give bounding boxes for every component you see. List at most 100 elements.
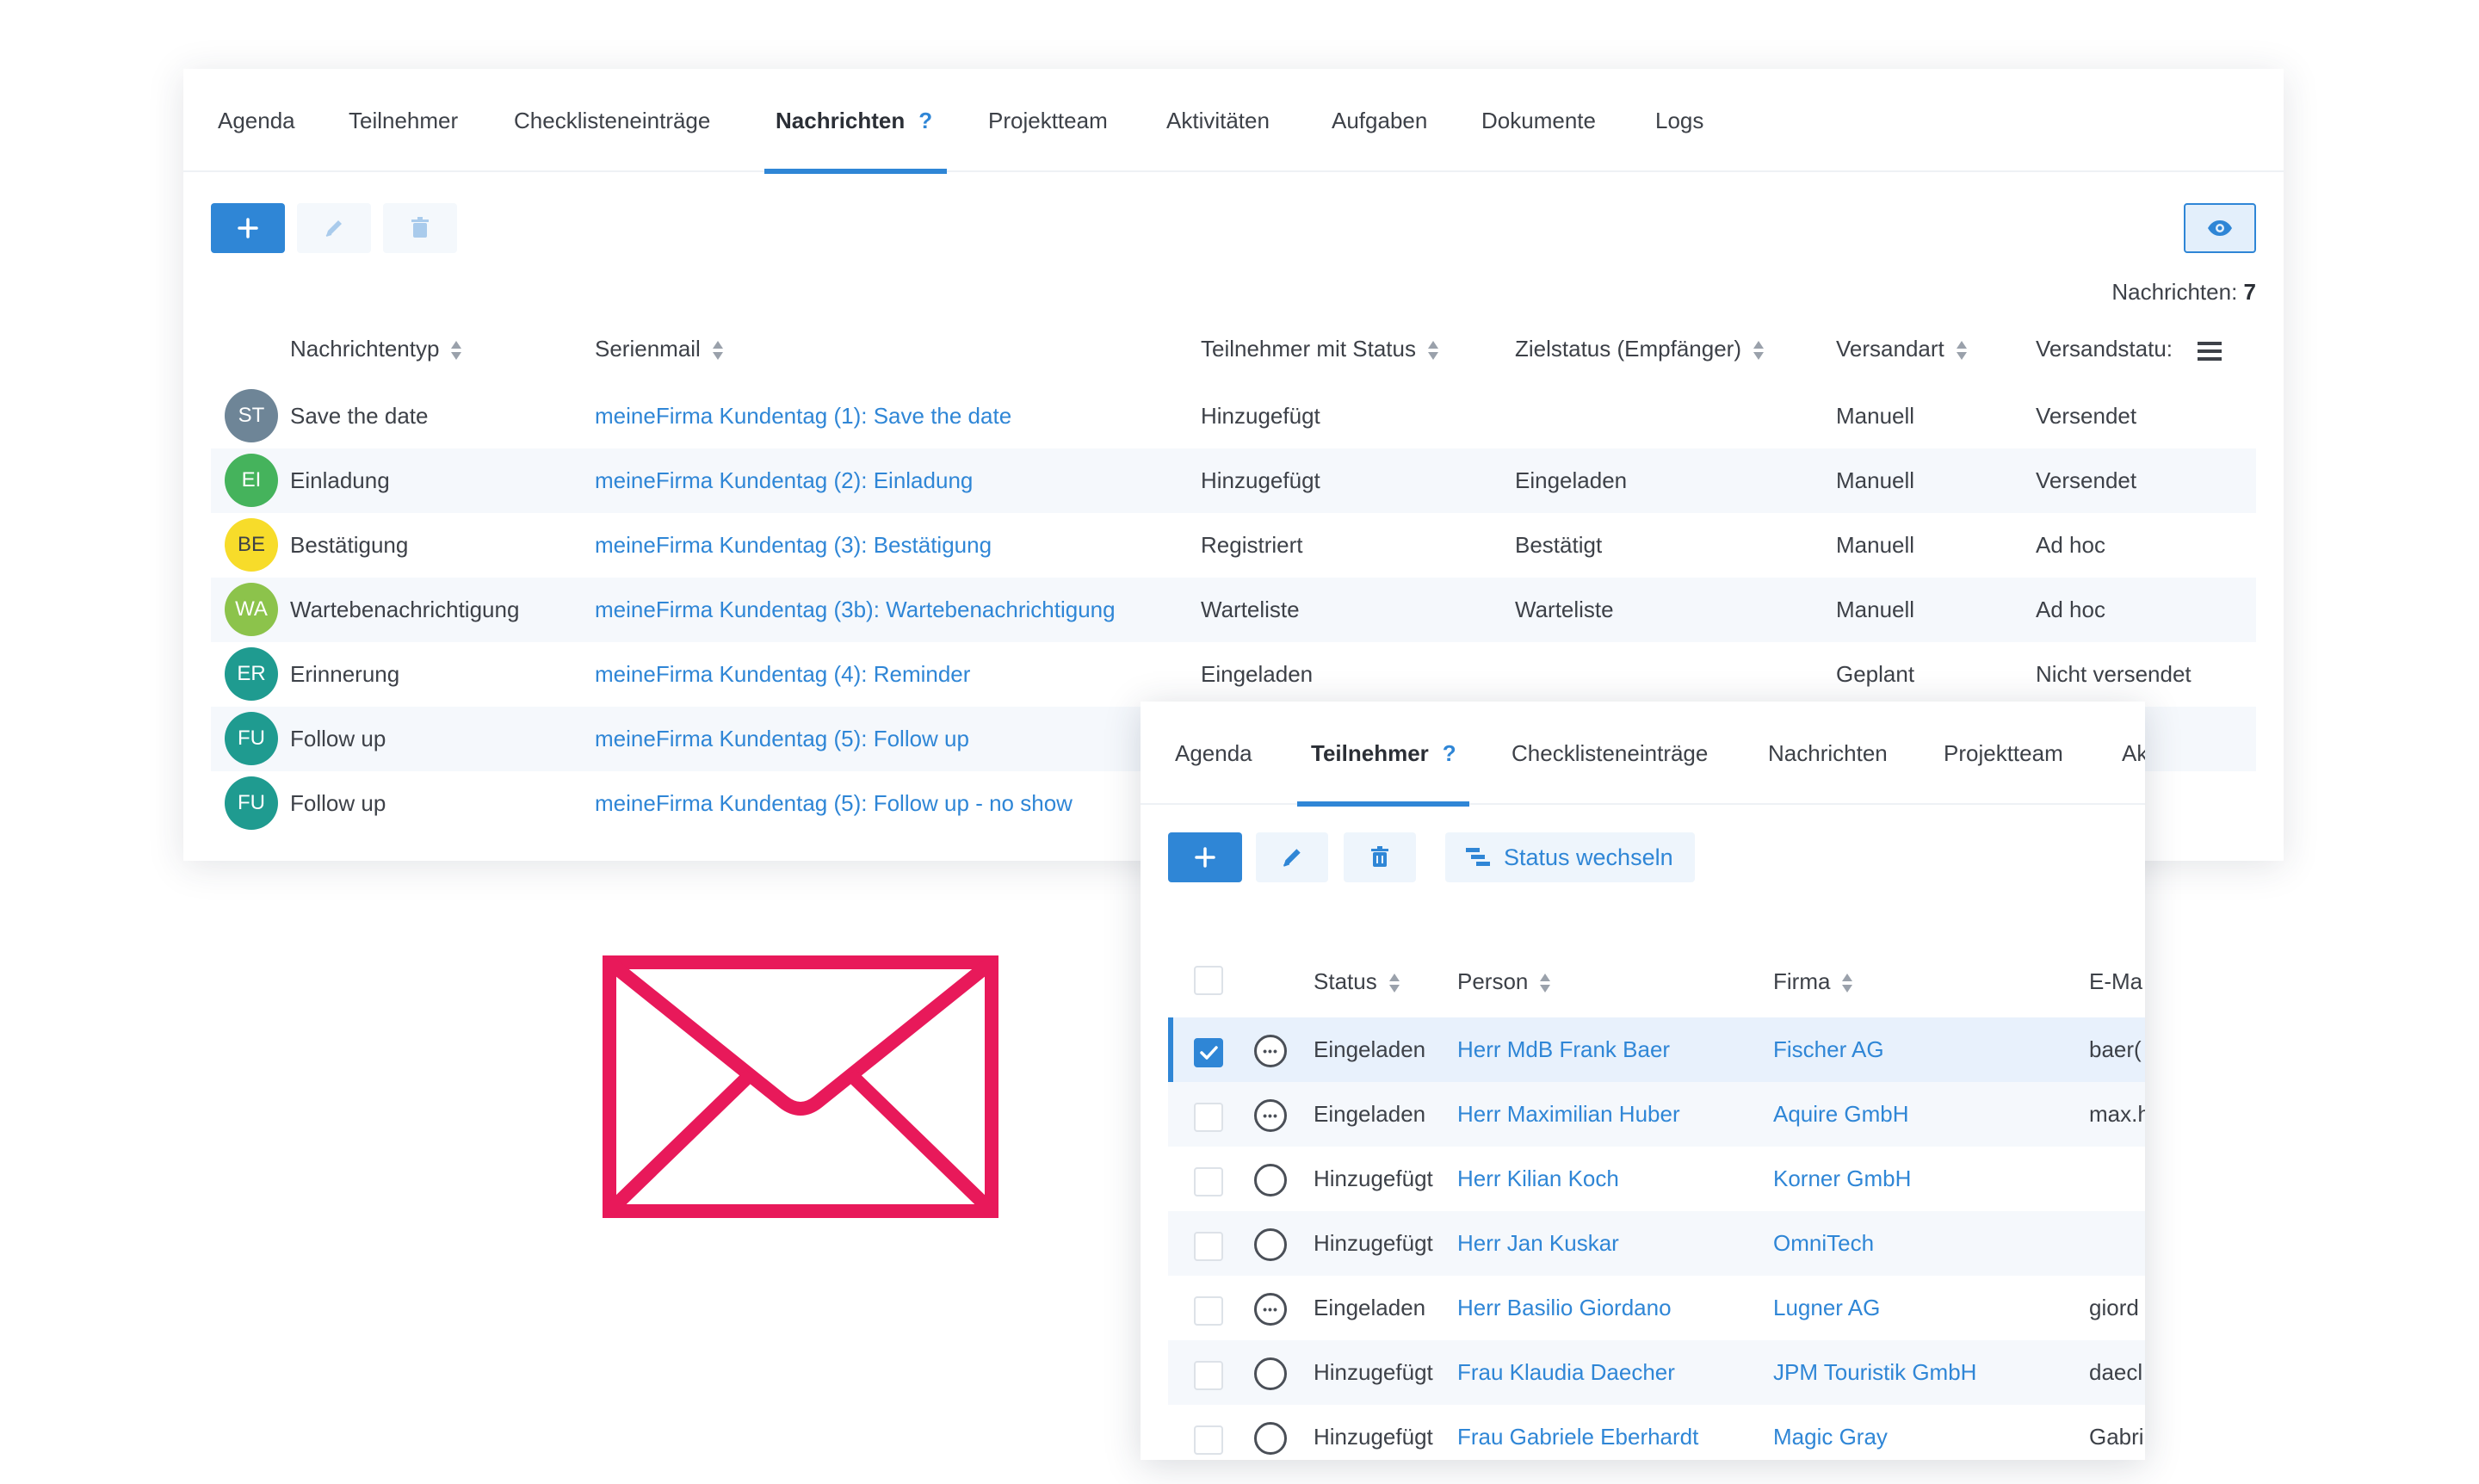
delete-participant-button[interactable] (1344, 832, 1416, 882)
cell-mail-link[interactable]: meineFirma Kundentag (5): Follow up (595, 707, 969, 771)
column-menu-icon[interactable] (2198, 341, 2222, 362)
table-row[interactable]: ••• Eingeladen Herr Maximilian Huber Aqu… (1168, 1082, 2145, 1147)
tab-nachrichten[interactable]: Nachrichten (1768, 702, 1888, 805)
cell-company-link[interactable]: Aquire GmbH (1773, 1082, 1909, 1147)
row-checkbox[interactable] (1194, 1232, 1223, 1261)
trash-icon (1371, 846, 1388, 867)
tab-agenda[interactable]: Agenda (1175, 702, 1252, 805)
table-row[interactable]: ••• Eingeladen Herr Basilio Giordano Lug… (1168, 1276, 2145, 1340)
column-header-person[interactable]: Person (1457, 968, 1551, 995)
cell-company-link[interactable]: OmniTech (1773, 1211, 1874, 1276)
table-row[interactable]: ••• Eingeladen Herr MdB Frank Baer Fisch… (1168, 1017, 2145, 1082)
column-label: Serienmail (595, 336, 701, 362)
cell-status: Eingeladen (1314, 1101, 1426, 1127)
cell-type: Wartebenachrichtigung (290, 597, 520, 622)
table-row[interactable]: BE Bestätigung meineFirma Kundentag (3):… (211, 513, 2256, 578)
status-change-button[interactable]: Status wechseln (1445, 832, 1695, 882)
column-header-firma[interactable]: Firma (1773, 968, 1853, 995)
tab-teilnehmer[interactable]: Teilnehmer (349, 69, 458, 172)
cell-person-link[interactable]: Herr Jan Kuskar (1457, 1211, 1619, 1276)
cell-mail-link[interactable]: meineFirma Kundentag (1): Save the date (595, 384, 1011, 448)
row-checkbox[interactable] (1194, 1296, 1223, 1326)
column-header-zielstatus[interactable]: Zielstatus (Empfänger) (1515, 336, 1764, 362)
column-label: Versandstatu: (2036, 336, 2173, 362)
tab-dokumente[interactable]: Dokumente (1481, 69, 1596, 172)
edit-button[interactable] (297, 203, 371, 253)
cell-person-link[interactable]: Frau Gabriele Eberhardt (1457, 1405, 1698, 1460)
tab-aufgaben[interactable]: Aufgaben (1332, 69, 1427, 172)
row-checkbox[interactable] (1194, 1167, 1223, 1196)
cell-company-link[interactable]: Fischer AG (1773, 1017, 1884, 1082)
column-label: Zielstatus (Empfänger) (1515, 336, 1741, 362)
column-header-email[interactable]: E-Ma (2089, 968, 2142, 995)
tab-nachrichten[interactable]: Nachrichten? (776, 69, 932, 172)
select-all-checkbox[interactable] (1194, 966, 1223, 995)
row-checkbox[interactable] (1194, 1425, 1223, 1455)
cell-type: Erinnerung (290, 661, 400, 687)
cell-company-link[interactable]: Lugner AG (1773, 1276, 1880, 1340)
cell-email: max.h (2089, 1101, 2145, 1127)
tab-logs[interactable]: Logs (1655, 69, 1703, 172)
table-row[interactable]: Hinzugefügt Herr Jan Kuskar OmniTech (1168, 1211, 2145, 1276)
cell-mail-link[interactable]: meineFirma Kundentag (3b): Wartebenachri… (595, 578, 1116, 642)
cell-person-link[interactable]: Herr Maximilian Huber (1457, 1082, 1680, 1147)
row-checkbox[interactable] (1194, 1361, 1223, 1390)
cell-mail-link[interactable]: meineFirma Kundentag (5): Follow up - no… (595, 771, 1073, 836)
cell-mail-link[interactable]: meineFirma Kundentag (3): Bestätigung (595, 513, 992, 578)
cell-mode: Manuell (1836, 467, 1915, 493)
help-icon[interactable]: ? (918, 108, 932, 133)
table-row[interactable]: WA Wartebenachrichtigung meineFirma Kund… (211, 578, 2256, 642)
sort-icon (1388, 973, 1400, 993)
edit-participant-button[interactable] (1256, 832, 1328, 882)
tab-teilnehmer[interactable]: Teilnehmer? (1311, 702, 1456, 805)
cell-mail-link[interactable]: meineFirma Kundentag (2): Einladung (595, 448, 973, 513)
cell-mail-link[interactable]: meineFirma Kundentag (4): Reminder (595, 642, 970, 707)
sort-icon (1842, 973, 1853, 993)
sort-icon (1753, 340, 1764, 361)
cell-person-link[interactable]: Frau Klaudia Daecher (1457, 1340, 1675, 1405)
table-row[interactable]: Hinzugefügt Frau Gabriele Eberhardt Magi… (1168, 1405, 2145, 1460)
row-checkbox[interactable] (1194, 1038, 1223, 1067)
column-header-teilnehmer-status[interactable]: Teilnehmer mit Status (1201, 336, 1438, 362)
row-checkbox[interactable] (1194, 1103, 1223, 1132)
tab-aktivitaeten[interactable]: Aktivitäten (1166, 69, 1270, 172)
tab-checklisteneintraege[interactable]: Checklisteneinträge (1512, 702, 1708, 805)
cell-status: Eingeladen (1314, 1295, 1426, 1320)
help-icon[interactable]: ? (1443, 740, 1456, 766)
tab-projektteam[interactable]: Projektteam (988, 69, 1108, 172)
check-icon (1200, 1046, 1218, 1060)
sort-icon (1540, 973, 1551, 993)
add-participant-button[interactable] (1168, 832, 1242, 882)
tab-projektteam[interactable]: Projektteam (1944, 702, 2063, 805)
status-added-icon (1254, 1164, 1287, 1196)
tab-agenda[interactable]: Agenda (218, 69, 295, 172)
avatar: ER (225, 647, 278, 701)
hamburger-icon (2198, 342, 2222, 361)
column-header-versandart[interactable]: Versandart (1836, 336, 1967, 362)
cell-target: Eingeladen (1515, 467, 1628, 493)
table-row[interactable]: Hinzugefügt Frau Klaudia Daecher JPM Tou… (1168, 1340, 2145, 1405)
column-label: Teilnehmer mit Status (1201, 336, 1416, 362)
tab-checklisteneintraege[interactable]: Checklisteneinträge (514, 69, 710, 172)
cell-person-link[interactable]: Herr Kilian Koch (1457, 1147, 1619, 1211)
view-button[interactable] (2184, 203, 2256, 253)
add-button[interactable] (211, 203, 285, 253)
column-header-status[interactable]: Status (1314, 968, 1400, 995)
table-row[interactable]: ST Save the date meineFirma Kundentag (1… (211, 384, 2256, 448)
column-header-versandstatus[interactable]: Versandstatu: (2036, 336, 2173, 362)
cell-company-link[interactable]: Korner GmbH (1773, 1147, 1911, 1211)
cell-company-link[interactable]: JPM Touristik GmbH (1773, 1340, 1976, 1405)
table-row[interactable]: Hinzugefügt Herr Kilian Koch Korner GmbH (1168, 1147, 2145, 1211)
cell-person-link[interactable]: Herr Basilio Giordano (1457, 1276, 1672, 1340)
avatar: EI (225, 454, 278, 507)
avatar: BE (225, 518, 278, 572)
cell-company-link[interactable]: Magic Gray (1773, 1405, 1888, 1460)
table-row[interactable]: ER Erinnerung meineFirma Kundentag (4): … (211, 642, 2256, 707)
cell-person-link[interactable]: Herr MdB Frank Baer (1457, 1017, 1670, 1082)
table-row[interactable]: EI Einladung meineFirma Kundentag (2): E… (211, 448, 2256, 513)
delete-button[interactable] (383, 203, 457, 253)
tab-aktivitaeten[interactable]: Ak (2122, 702, 2145, 805)
status-added-icon (1254, 1228, 1287, 1261)
column-header-serienmail[interactable]: Serienmail (595, 336, 723, 362)
column-header-nachrichtentyp[interactable]: Nachrichtentyp (290, 336, 462, 362)
